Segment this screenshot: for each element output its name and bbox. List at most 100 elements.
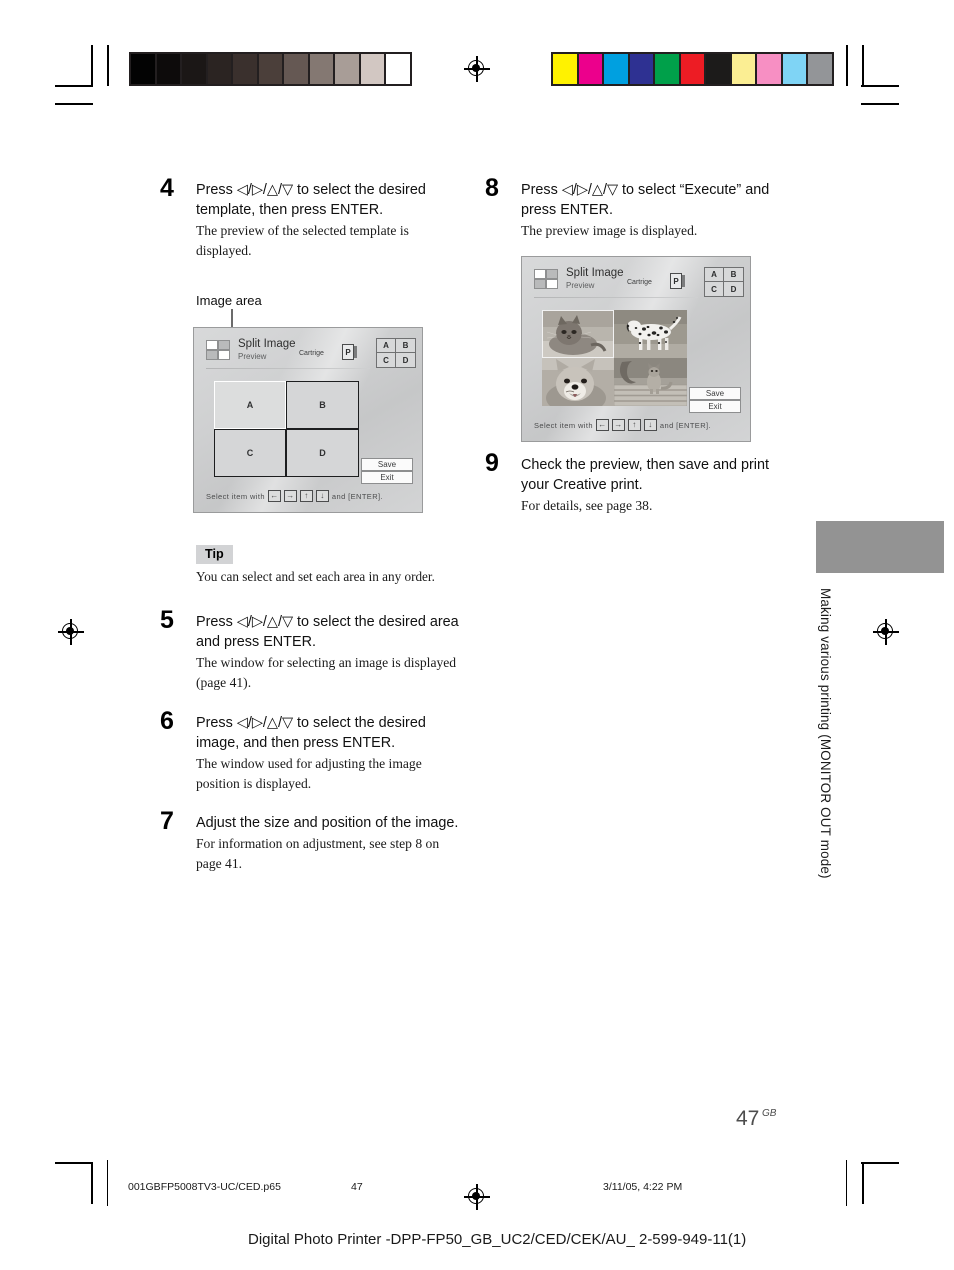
cartridge-label-preview: Cartrige [627,279,652,286]
color-swatch-9 [782,54,806,84]
area-grid-preview-a: A [705,268,724,282]
status-prefix: Select item with [206,491,265,501]
crop-mark-tl-h [55,85,93,87]
status-suffix: and [ENTER]. [331,491,383,501]
left-column-lower: 5 Press ◁/▷/△/▽ to select the desired ar… [160,606,465,891]
registration-mark-top [464,56,490,82]
crop-mark-tr2-v [846,45,848,86]
cat-on-bench-photo [614,358,687,406]
color-swatch-2 [604,54,628,84]
page-edge-left [107,1160,109,1206]
key-up-icon: ↑ [299,490,313,502]
grayscale-swatch-0 [131,54,155,84]
lcd-screen-template: Split Image Preview Cartrige P A B C D A… [193,327,423,513]
area-grid-c: C [377,353,396,367]
key-down-icon: ↓ [315,490,329,502]
lcd-preview-header-rule [534,297,698,298]
footer-filename: 001GBFP5008TV3-UC/CED.p65 [128,1181,281,1193]
footer-page-number: 47 [351,1181,363,1193]
status-prefix-preview: Select item with [534,420,593,430]
step-5-instruction: Press ◁/▷/△/▽ to select the desired area… [196,614,459,651]
crop-mark-tr-h [861,85,899,87]
step-6-description: The window used for adjusting the image … [196,756,422,791]
template-quadrant-d[interactable]: D [286,429,359,477]
key-left-icon: ← [267,490,281,502]
grayscale-swatch-2 [182,54,206,84]
page-number: 47 [736,1107,760,1130]
grayscale-swatch-8 [335,54,359,84]
lcd-preview-status-bar: Select item with ← → ↑ ↓ and [ENTER]. [534,419,711,431]
step-4: 4 Press ◁/▷/△/▽ to select the desired te… [160,174,465,261]
crop-mark-tl-v [91,45,93,86]
preview-photo-d[interactable] [614,358,687,406]
preview-photo-a[interactable] [542,310,614,358]
lcd-template-status-bar: Select item with ← → ↑ ↓ and [ENTER]. [206,490,383,502]
area-grid-preview-d: D [730,284,737,294]
grayscale-swatch-7 [309,54,333,84]
step-8-description: The preview image is displayed. [521,223,698,239]
chapter-thumb-tab [816,521,944,573]
step-7-description: For information on adjustment, see step … [196,836,440,871]
color-swatch-5 [680,54,704,84]
step-7-instruction: Adjust the size and position of the imag… [196,815,459,832]
preview-photo-b[interactable] [614,310,687,358]
template-quadrant-c[interactable]: C [214,429,286,477]
step-8: 8 Press ◁/▷/△/▽ to select “Execute” and … [485,174,790,241]
grayscale-swatch-3 [207,54,231,84]
right-column: 8 Press ◁/▷/△/▽ to select “Execute” and … [485,174,790,258]
chapter-sidebar-text: Making various printing (MONITOR OUT mod… [818,588,833,879]
color-calibration-bar [551,52,834,86]
color-swatch-4 [655,54,679,84]
color-swatch-10 [808,54,832,84]
crop-mark-tl2-h [55,103,93,105]
area-grid-b: B [396,339,415,353]
lcd-template-header-rule [206,368,370,369]
grayscale-swatch-10 [386,54,410,84]
split-image-icon-preview [534,269,558,289]
preview-photo-c[interactable] [542,358,614,406]
grayscale-swatch-9 [360,54,384,84]
exit-button[interactable]: Exit [361,471,413,484]
color-swatch-1 [578,54,602,84]
exit-button-preview[interactable]: Exit [689,400,741,413]
grayscale-swatch-5 [258,54,282,84]
registration-mark-bottom [464,1184,490,1210]
area-grid-indicator: A B C D [376,338,416,368]
color-swatch-7 [731,54,755,84]
cartridge-label: Cartrige [299,350,324,357]
area-grid-preview-b: B [724,268,743,282]
color-swatch-8 [757,54,781,84]
key-right-icon: → [283,490,297,502]
save-button[interactable]: Save [361,458,413,471]
step-6-instruction: Press ◁/▷/△/▽ to select the desired imag… [196,714,426,751]
area-grid-preview-c: C [705,282,724,296]
color-swatch-0 [553,54,577,84]
template-quadrant-b[interactable]: B [286,381,359,429]
right-column-lower: 9 Check the preview, then save and print… [485,449,790,533]
registration-mark-left [58,619,84,645]
color-swatch-3 [629,54,653,84]
area-grid-indicator-preview: A B C D [704,267,744,297]
split-image-icon [206,340,230,360]
crop-mark-bl-h [55,1162,93,1164]
crop-mark-bl-v [91,1163,93,1204]
step-5: 5 Press ◁/▷/△/▽ to select the desired ar… [160,606,465,693]
color-swatch-6 [706,54,730,84]
lcd-screen-preview: Split Image Preview Cartrige P A B C D S… [521,256,751,442]
crop-mark-tl2-v [107,45,109,86]
cat-photo [543,311,613,357]
footer-timestamp: 3/11/05, 4:22 PM [603,1181,683,1193]
template-quadrant-a[interactable]: A [214,381,286,429]
save-button-preview[interactable]: Save [689,387,741,400]
crop-mark-tr2-h [861,103,899,105]
grayscale-swatch-4 [233,54,257,84]
tip-text: You can select and set each area in any … [196,569,435,584]
page-region-label: GB [762,1108,777,1119]
grayscale-swatch-6 [284,54,308,84]
step-4-instruction: Press ◁/▷/△/▽ to select the desired temp… [196,182,426,219]
key-right-icon-preview: → [611,419,625,431]
step-8-instruction: Press ◁/▷/△/▽ to select “Execute” and pr… [521,182,770,219]
step-7: 7 Adjust the size and position of the im… [160,807,465,873]
dalmatian-photo [614,310,687,358]
crop-mark-br-h [861,1162,899,1164]
